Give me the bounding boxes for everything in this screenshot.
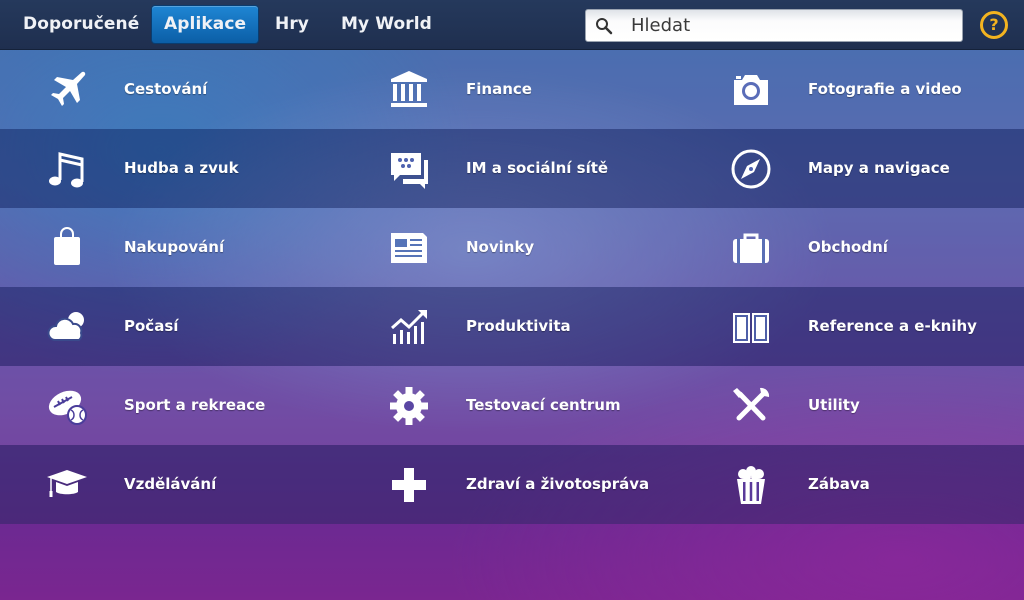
briefcase-icon (730, 227, 772, 269)
category-education[interactable]: Vzdělávání (0, 445, 342, 524)
category-label: Nakupování (124, 238, 225, 256)
category-shopping[interactable]: Nakupování (0, 208, 342, 287)
popcorn-icon (730, 464, 772, 506)
category-travel[interactable]: Cestování (0, 50, 342, 129)
cloud-icon (46, 306, 88, 348)
category-label: IM a sociální sítě (466, 159, 609, 177)
category-label: Utility (808, 396, 860, 414)
help-icon: ? (989, 15, 999, 34)
category-sport[interactable]: Sport a rekreace (0, 366, 342, 445)
shopping-bag-icon (46, 227, 88, 269)
category-utility[interactable]: Utility (684, 366, 1024, 445)
compass-icon (730, 148, 772, 190)
category-maps[interactable]: Mapy a navigace (684, 129, 1024, 208)
top-navigation-bar: Doporučené Aplikace Hry My World ? (0, 0, 1024, 50)
chart-trend-icon (388, 306, 430, 348)
category-label: Fotografie a video (808, 80, 962, 98)
gear-icon (388, 385, 430, 427)
search-input[interactable] (631, 13, 951, 38)
category-label: Sport a rekreace (124, 396, 266, 414)
category-label: Cestování (124, 80, 208, 98)
search-icon (595, 17, 613, 35)
category-row: Vzdělávání Zdraví a životospráva Zábava (0, 445, 1024, 524)
category-weather[interactable]: Počasí (0, 287, 342, 366)
graduation-cap-icon (46, 464, 88, 506)
category-label: Zdraví a životospráva (466, 475, 650, 493)
category-label: Finance (466, 80, 532, 98)
airplane-icon (46, 69, 88, 111)
category-entertainment[interactable]: Zábava (684, 445, 1024, 524)
tab-games[interactable]: Hry (263, 6, 321, 43)
category-row: Cestování Finance Fotografie a video (0, 50, 1024, 129)
category-label: Mapy a navigace (808, 159, 950, 177)
help-button[interactable]: ? (980, 11, 1008, 39)
camera-icon (730, 69, 772, 111)
category-health[interactable]: Zdraví a životospráva (342, 445, 684, 524)
category-photo-video[interactable]: Fotografie a video (684, 50, 1024, 129)
category-news[interactable]: Novinky (342, 208, 684, 287)
tab-my-world[interactable]: My World (329, 6, 444, 43)
category-music[interactable]: Hudba a zvuk (0, 129, 342, 208)
bank-icon (388, 69, 430, 111)
tab-apps[interactable]: Aplikace (152, 6, 259, 43)
category-row: Nakupování Novinky Obchodní (0, 208, 1024, 287)
category-row: Hudba a zvuk IM a sociální sítě Mapy a n… (0, 129, 1024, 208)
music-note-icon (46, 148, 88, 190)
newspaper-icon (388, 227, 430, 269)
open-book-icon (730, 306, 772, 348)
sports-balls-icon (46, 385, 88, 427)
category-im-social[interactable]: IM a sociální sítě (342, 129, 684, 208)
category-test-center[interactable]: Testovací centrum (342, 366, 684, 445)
category-reference-ebooks[interactable]: Reference a e-knihy (684, 287, 1024, 366)
health-cross-icon (388, 464, 430, 506)
tab-featured[interactable]: Doporučené (11, 6, 151, 43)
category-business[interactable]: Obchodní (684, 208, 1024, 287)
search-box[interactable] (585, 9, 963, 42)
category-label: Testovací centrum (466, 396, 621, 414)
category-label: Novinky (466, 238, 535, 256)
tools-icon (730, 385, 772, 427)
chat-bubble-icon (388, 148, 430, 190)
category-label: Obchodní (808, 238, 888, 256)
category-label: Vzdělávání (124, 475, 217, 493)
category-row: Sport a rekreace Testovací centrum Utili… (0, 366, 1024, 445)
category-label: Reference a e-knihy (808, 317, 977, 335)
category-finance[interactable]: Finance (342, 50, 684, 129)
category-row: Počasí Produktivita Reference a e-knihy (0, 287, 1024, 366)
category-label: Produktivita (466, 317, 571, 335)
category-label: Zábava (808, 475, 870, 493)
category-label: Hudba a zvuk (124, 159, 239, 177)
category-label: Počasí (124, 317, 179, 335)
category-productivity[interactable]: Produktivita (342, 287, 684, 366)
